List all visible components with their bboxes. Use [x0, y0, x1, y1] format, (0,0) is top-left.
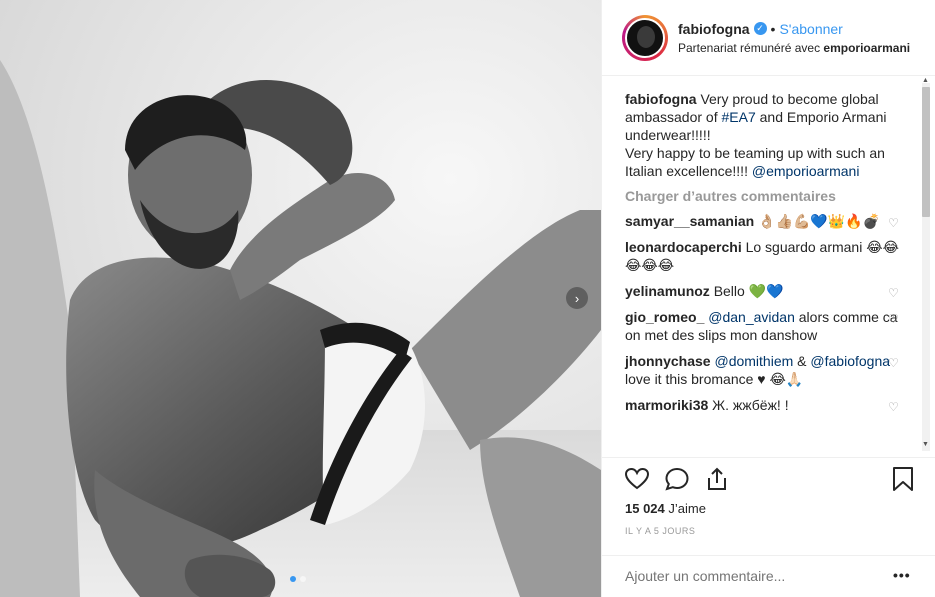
- caption-username[interactable]: fabiofogna: [625, 91, 697, 107]
- comment-username[interactable]: leonardocaperchi: [625, 239, 742, 255]
- photo-illustration: [0, 60, 601, 597]
- follow-button[interactable]: S'abonner: [779, 21, 842, 37]
- more-options-button[interactable]: •••: [893, 567, 911, 583]
- paid-partnership-label: Partenariat rémunéré avec emporioarmani: [678, 41, 910, 55]
- bookmark-icon[interactable]: [890, 466, 916, 492]
- post-header: fabiofogna ✓ • S'abonner Partenariat rém…: [602, 0, 935, 76]
- partner-prefix: Partenariat rémunéré avec: [678, 40, 821, 55]
- post-photo: ›: [0, 0, 601, 597]
- comment-item: marmoriki38 Ж. жжбёж! ! ♡: [625, 396, 905, 414]
- comment-like-heart-icon[interactable]: ♡: [888, 313, 900, 325]
- comment-text-mid: &: [797, 353, 807, 369]
- likes-count[interactable]: 15 024 J’aime: [625, 501, 706, 516]
- comment-item: leonardocaperchi Lo sguardo armani 😂😂😂😂😂…: [625, 238, 905, 274]
- comment-username[interactable]: gio_romeo_: [625, 309, 704, 325]
- comment-username[interactable]: yelinamunoz: [625, 283, 710, 299]
- carousel-dot: [300, 576, 306, 582]
- comment-like-heart-icon[interactable]: ♡: [888, 217, 900, 229]
- hashtag-link[interactable]: #EA7: [722, 109, 756, 125]
- load-more-comments-button[interactable]: Charger d’autres commentaires: [625, 188, 935, 204]
- header-username[interactable]: fabiofogna: [678, 21, 750, 37]
- comments-list[interactable]: fabiofogna Very proud to become global a…: [602, 77, 935, 457]
- comment-username[interactable]: jhonnychase: [625, 353, 711, 369]
- likes-label: J’aime: [668, 501, 706, 516]
- comment-item: yelinamunoz Bello 💚💙 ♡: [625, 282, 905, 300]
- comment-like-heart-icon[interactable]: ♡: [888, 357, 900, 369]
- mention-link[interactable]: @emporioarmani: [752, 163, 860, 179]
- add-comment-bar: •••: [602, 555, 935, 595]
- scroll-down-arrow-icon[interactable]: ▼: [922, 441, 929, 448]
- likes-number: 15 024: [625, 501, 665, 516]
- comment-text: Ж. жжбёж! !: [712, 397, 789, 413]
- post-timestamp[interactable]: IL Y A 5 JOURS: [625, 526, 695, 536]
- scrollbar-thumb[interactable]: [922, 87, 930, 217]
- comment-mention-link[interactable]: @dan_avidan: [708, 309, 795, 325]
- header-separator: •: [770, 20, 776, 37]
- chevron-right-icon: ›: [574, 290, 580, 306]
- comment-mention-link[interactable]: @fabiofogna: [810, 353, 890, 369]
- next-image-button[interactable]: ›: [566, 287, 588, 309]
- comment-like-heart-icon[interactable]: ♡: [888, 243, 900, 255]
- comment-item: samyar__samanian 👌🏼👍🏼💪🏼💙👑🔥💣 ♡: [625, 212, 905, 230]
- carousel-indicator: [290, 576, 306, 582]
- add-comment-input[interactable]: [625, 568, 875, 584]
- instagram-post-modal: › fabiofogna ✓ • S'abonner Partenariat r…: [0, 0, 935, 597]
- verified-badge-icon: ✓: [753, 22, 767, 35]
- comments-scrollbar[interactable]: ▲ ▼: [919, 77, 933, 457]
- comment-text: Bello 💚💙: [713, 283, 784, 299]
- comment-username[interactable]: samyar__samanian: [625, 213, 754, 229]
- comment-item: jhonnychase @domithiem & @fabiofogna lov…: [625, 352, 905, 388]
- avatar[interactable]: [625, 17, 665, 58]
- comment-mention-link[interactable]: @domithiem: [714, 353, 793, 369]
- post-caption: fabiofogna Very proud to become global a…: [625, 90, 895, 180]
- comment-like-heart-icon[interactable]: ♡: [888, 287, 900, 299]
- comment-item: gio_romeo_ @dan_avidan alors comme ca on…: [625, 308, 905, 344]
- story-ring[interactable]: [622, 14, 668, 61]
- comment-username[interactable]: marmoriki38: [625, 397, 708, 413]
- comment-text: love it this bromance ♥ 😂🙏🏻: [625, 371, 804, 387]
- comment-like-heart-icon[interactable]: ♡: [888, 401, 900, 413]
- carousel-dot-active: [290, 576, 296, 582]
- comment-bubble-icon[interactable]: [664, 466, 690, 492]
- share-icon[interactable]: [704, 466, 730, 492]
- post-actions: 15 024 J’aime IL Y A 5 JOURS •••: [602, 457, 935, 591]
- comment-text: 👌🏼👍🏼💪🏼💙👑🔥💣: [758, 213, 881, 229]
- header-text: fabiofogna ✓ • S'abonner Partenariat rém…: [678, 21, 910, 55]
- like-heart-icon[interactable]: [624, 466, 650, 492]
- post-side-panel: fabiofogna ✓ • S'abonner Partenariat rém…: [601, 0, 935, 597]
- partner-link[interactable]: emporioarmani: [823, 41, 910, 55]
